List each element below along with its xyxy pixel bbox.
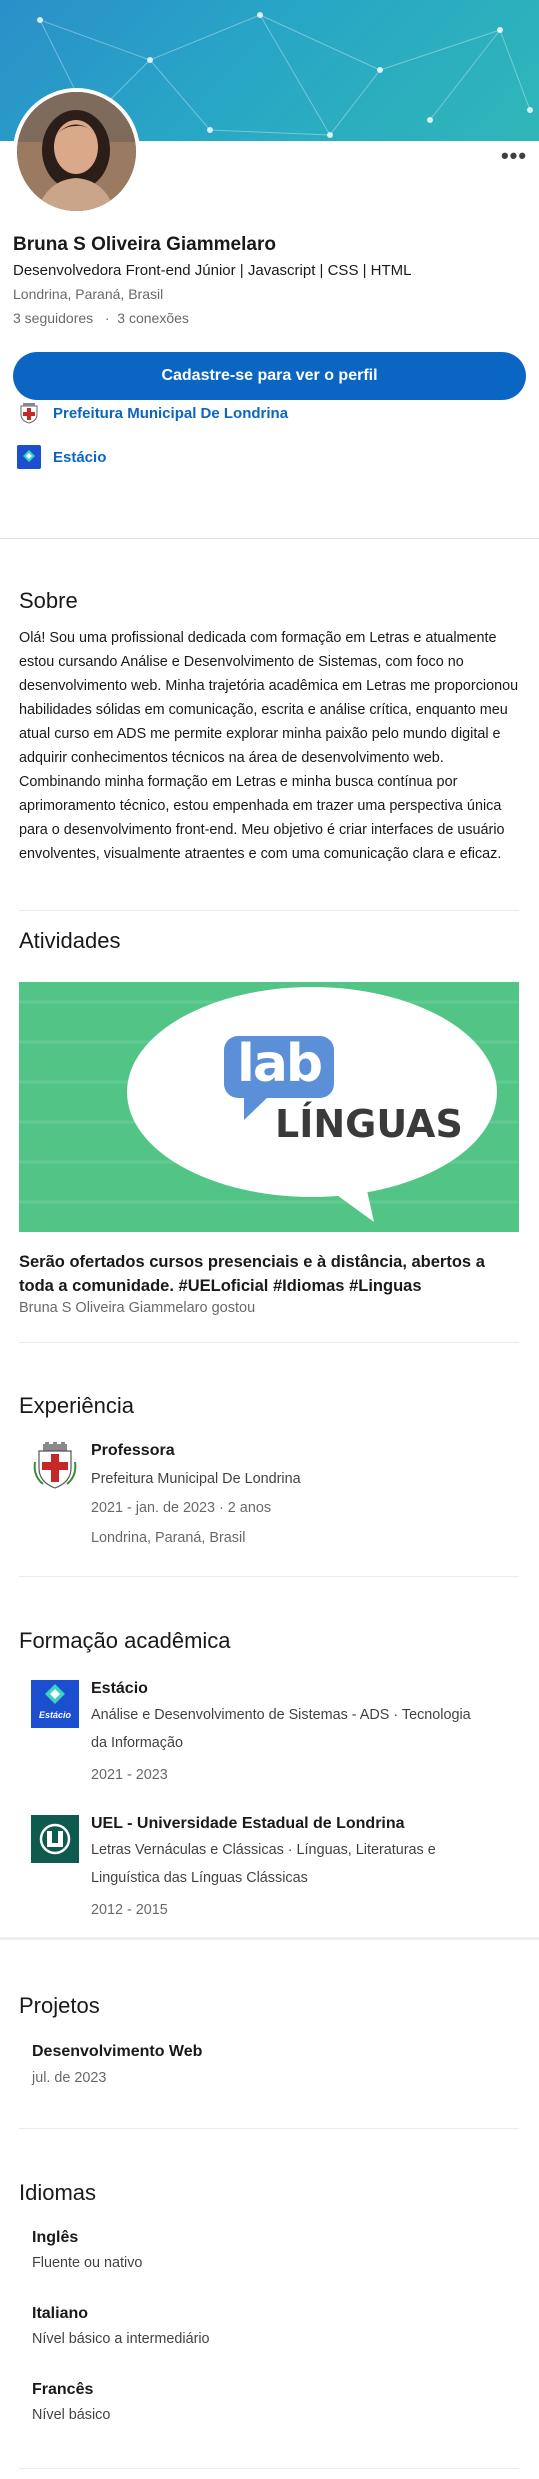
section-divider [19,1342,519,1343]
estacio-logo-icon[interactable]: Estácio [31,1680,79,1728]
city-crest-icon [17,401,41,425]
profile-headline: Desenvolvedora Front-end Júnior | Javasc… [13,262,412,279]
education-school[interactable]: UEL - Universidade Estadual de Londrina [91,1815,405,1833]
section-divider [19,2468,519,2469]
education-degree-line-2: da Informação [91,1735,183,1751]
profile-location: Londrina, Paraná, Brasil [13,286,164,302]
estacio-logo-icon [17,445,41,469]
language-name: Inglês [32,2229,79,2246]
experience-location: Londrina, Paraná, Brasil [91,1530,246,1546]
about-text: Olá! Sou uma profissional dedicada com f… [19,630,519,862]
projects-section-title: Projetos [19,1993,100,2018]
experience-org[interactable]: Prefeitura Municipal De Londrina [91,1465,511,1493]
language-name: Francês [32,2381,94,2398]
section-divider [0,538,539,539]
top-org-estacio[interactable]: Estácio [17,443,106,471]
education-degree-line-2: Linguística das Línguas Clássicas [91,1870,308,1886]
activity-post-text[interactable]: Serão ofertados cursos presenciais e à d… [19,1250,524,1298]
language-level: Nível básico a intermediário [32,2331,210,2347]
language-name: Italiano [32,2305,89,2322]
language-level: Nível básico [32,2407,111,2423]
profile-avatar [13,88,140,215]
experience-dates: 2021 - jan. de 2023 · 2 anos [91,1500,272,1516]
linguas-image-text: LÍNGUAS [275,1102,463,1146]
experience-section-title: Experiência [19,1393,134,1418]
connections-count[interactable]: 3 conexões [117,310,189,326]
education-school[interactable]: Estácio [91,1680,148,1698]
education-dates: 2012 - 2015 [91,1902,168,1918]
section-divider [0,1937,539,1940]
experience-role[interactable]: Professora [91,1442,175,1460]
followers-count[interactable]: 3 seguidores [13,310,93,326]
activity-post-reaction: Bruna S Oliveira Giammelaro gostou [19,1300,256,1316]
profile-name: Bruna S Oliveira Giammelaro [13,234,276,255]
more-options-button[interactable]: ••• [498,145,530,172]
estacio-logo-text: Estácio [38,1710,71,1720]
education-degree-line-1: Letras Vernáculas e Clássicas · Línguas,… [91,1842,436,1858]
languages-section-title: Idiomas [19,2180,97,2205]
top-org-prefeitura[interactable]: Prefeitura Municipal De Londrina [17,399,288,427]
top-org-name: Prefeitura Municipal De Londrina [53,404,289,422]
activities-section-title: Atividades [19,928,121,953]
lab-logo-word: lab [237,1034,323,1094]
education-degree-line-1: Análise e Desenvolvimento de Sistemas - … [91,1707,471,1723]
language-level: Fluente ou nativo [32,2255,143,2271]
city-crest-icon[interactable] [31,1442,79,1490]
stats-separator: · [97,310,114,326]
section-divider [19,1576,519,1577]
about-section-title: Sobre [19,588,78,613]
top-org-name: Estácio [53,448,107,466]
activity-post-image[interactable]: lab LÍNGUAS [19,982,519,1232]
section-divider [19,910,519,911]
project-date: jul. de 2023 [32,2070,107,2086]
section-divider [19,2128,519,2129]
signup-to-view-profile-button[interactable]: Cadastre-se para ver o perfil [13,352,526,400]
education-dates: 2021 - 2023 [91,1767,168,1783]
project-name[interactable]: Desenvolvimento Web [32,2043,202,2061]
education-section-title: Formação acadêmica [19,1628,231,1653]
profile-stats: 3 seguidores · 3 conexões [13,310,189,326]
uel-logo-icon[interactable] [31,1815,79,1863]
